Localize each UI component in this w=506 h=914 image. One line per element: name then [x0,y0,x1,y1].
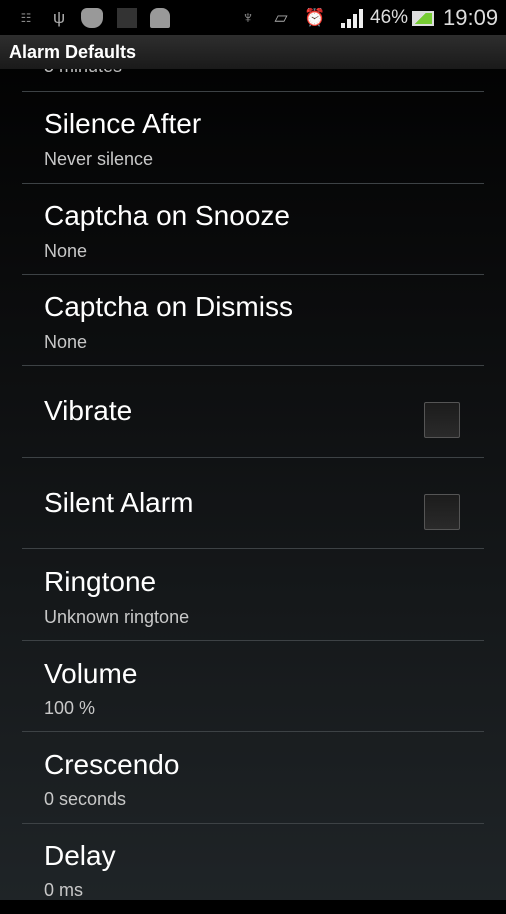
clock: 19:09 [443,5,499,30]
setting-summary: 0 ms [44,880,84,900]
setting-title: Silent Alarm [44,487,194,518]
setting-captcha-dismiss[interactable]: Captcha on Dismiss None [22,274,484,365]
setting-captcha-snooze[interactable]: Captcha on Snooze None [22,183,484,274]
setting-summary: None [44,241,88,261]
signal-icon [340,8,364,28]
android-icon [150,8,170,28]
setting-volume[interactable]: Volume 100 % [22,640,484,731]
setting-title: Ringtone [44,566,157,597]
setting-summary: None [44,332,88,352]
setting-vibrate[interactable]: Vibrate [22,365,484,456]
status-bar: ☷ ψ ♆ ▱ ⏰ 46% 19:09 [0,0,506,35]
setting-crescendo[interactable]: Crescendo 0 seconds [22,731,484,822]
setting-title: Delay [44,840,116,871]
setting-ringtone[interactable]: Ringtone Unknown ringtone [22,548,484,639]
vibrate-checkbox[interactable] [424,402,460,438]
usb-icon: ψ [52,8,66,27]
notification-icon: ☷ [20,11,32,25]
setting-silence-after[interactable]: Silence After Never silence [22,91,484,182]
battery-charging-icon [412,11,434,26]
hand-icon: ♆ [241,8,255,27]
setting-title: Captcha on Snooze [44,200,290,231]
setting-summary: Never silence [44,149,154,169]
setting-summary: 100 % [44,698,96,718]
silent-alarm-checkbox[interactable] [424,494,460,530]
title-bar: Alarm Defaults [0,35,506,69]
alarm-clock-icon: ⏰ [304,8,326,27]
shield-icon [81,8,103,28]
setting-silent-alarm[interactable]: Silent Alarm [22,457,484,548]
setting-title: Silence After [44,108,202,139]
setting-delay[interactable]: Delay 0 ms [22,823,484,914]
setting-title: Vibrate [44,395,133,426]
app-icon [117,8,137,28]
page-title: Alarm Defaults [9,42,137,62]
setting-summary: Unknown ringtone [44,607,190,627]
setting-title: Volume [44,658,138,689]
setting-title: Crescendo [44,749,180,780]
setting-title: Captcha on Dismiss [44,291,293,322]
vibrate-icon: ▱ [274,8,288,27]
battery-percent: 46% [370,7,409,28]
setting-summary: 0 seconds [44,789,127,809]
